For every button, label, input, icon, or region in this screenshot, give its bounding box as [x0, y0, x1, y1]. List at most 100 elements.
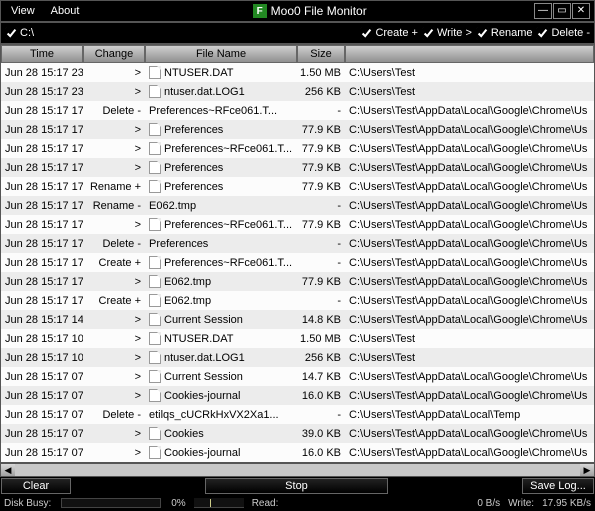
filter-drive-checkbox[interactable] [5, 27, 18, 40]
table-row[interactable]: Jun 28 15:17 23>NTUSER.DAT1.50 MBC:\User… [1, 63, 594, 82]
scroll-track[interactable] [15, 464, 580, 476]
cell-change: Delete - [83, 105, 145, 117]
cell-size: 256 KB [297, 352, 345, 364]
file-icon [149, 180, 161, 193]
menu-view[interactable]: View [5, 3, 41, 19]
cell-filename: E062.tmp [145, 294, 297, 307]
file-icon [149, 332, 161, 345]
cell-path: C:\Users\Test\AppData\Local\Google\Chrom… [345, 200, 594, 212]
cell-change: > [83, 352, 145, 364]
file-icon [149, 161, 161, 174]
cell-path: C:\Users\Test [345, 333, 594, 345]
table-row[interactable]: Jun 28 15:17 17>Preferences~RFce061.T...… [1, 139, 594, 158]
cell-path: C:\Users\Test\AppData\Local\Google\Chrom… [345, 428, 594, 440]
cell-size: 77.9 KB [297, 219, 345, 231]
cell-path: C:\Users\Test\AppData\Local\Google\Chrom… [345, 257, 594, 269]
cell-size: 1.50 MB [297, 67, 345, 79]
stop-button[interactable]: Stop [205, 478, 388, 494]
table-row[interactable]: Jun 28 15:17 10>ntuser.dat.LOG1256 KBC:\… [1, 348, 594, 367]
cell-time: Jun 28 15:17 07 [1, 447, 83, 459]
table-row[interactable]: Jun 28 15:17 07>Current Session14.7 KBC:… [1, 367, 594, 386]
cell-size: 14.7 KB [297, 371, 345, 383]
disk-busy-value: 0% [171, 498, 185, 509]
clear-button[interactable]: Clear [1, 478, 71, 494]
cell-path: C:\Users\Test\AppData\Local\Temp [345, 409, 594, 421]
col-change[interactable]: Change [83, 45, 145, 63]
cell-time: Jun 28 15:17 17 [1, 181, 83, 193]
table-row[interactable]: Jun 28 15:17 17Delete -Preferences~RFce0… [1, 101, 594, 120]
filter-create-checkbox[interactable] [360, 27, 373, 40]
maximize-button[interactable]: ▭ [553, 3, 571, 19]
cell-time: Jun 28 15:17 07 [1, 409, 83, 421]
cell-size: 77.9 KB [297, 276, 345, 288]
filter-rename-checkbox[interactable] [476, 27, 489, 40]
table-row[interactable]: Jun 28 15:17 17Delete -Preferences-C:\Us… [1, 234, 594, 253]
table-row[interactable]: Jun 28 15:17 23>ntuser.dat.LOG1256 KBC:\… [1, 82, 594, 101]
read-label: Read: [252, 498, 279, 509]
table-row[interactable]: Jun 28 15:17 07>Cookies39.0 KBC:\Users\T… [1, 424, 594, 443]
filter-write[interactable]: Write > [422, 27, 472, 40]
cell-path: C:\Users\Test\AppData\Local\Google\Chrom… [345, 447, 594, 459]
cell-time: Jun 28 15:17 17 [1, 143, 83, 155]
status-bar: Disk Busy: 0% Read: 0 B/s Write: 17.95 K… [0, 495, 595, 511]
cell-time: Jun 28 15:17 17 [1, 295, 83, 307]
table-row[interactable]: Jun 28 15:17 17Rename -E062.tmp-C:\Users… [1, 196, 594, 215]
table-row[interactable]: Jun 28 15:17 17>Preferences77.9 KBC:\Use… [1, 120, 594, 139]
cell-change: Create + [83, 295, 145, 307]
table-row[interactable]: Jun 28 15:17 07Delete -etilqs_cUCRkHxVX2… [1, 405, 594, 424]
cell-path: C:\Users\Test\AppData\Local\Google\Chrom… [345, 295, 594, 307]
table-body[interactable]: Jun 28 15:17 23>NTUSER.DAT1.50 MBC:\User… [1, 63, 594, 462]
filter-drive[interactable]: C:\ [5, 27, 34, 40]
cell-change: > [83, 314, 145, 326]
cell-size: - [297, 200, 345, 212]
horizontal-scrollbar[interactable]: ◀ ▶ [0, 463, 595, 477]
save-log-button[interactable]: Save Log... [522, 478, 594, 494]
cell-path: C:\Users\Test\AppData\Local\Google\Chrom… [345, 162, 594, 174]
cell-path: C:\Users\Test\AppData\Local\Google\Chrom… [345, 143, 594, 155]
cell-path: C:\Users\Test\AppData\Local\Google\Chrom… [345, 238, 594, 250]
table-row[interactable]: Jun 28 15:17 17>Preferences77.9 KBC:\Use… [1, 158, 594, 177]
table-row[interactable]: Jun 28 15:17 10>NTUSER.DAT1.50 MBC:\User… [1, 329, 594, 348]
cell-size: 16.0 KB [297, 447, 345, 459]
close-button[interactable]: ✕ [572, 3, 590, 19]
cell-time: Jun 28 15:17 17 [1, 200, 83, 212]
table-row[interactable]: Jun 28 15:17 14>Current Session14.8 KBC:… [1, 310, 594, 329]
cell-filename: Preferences~RFce061.T... [145, 256, 297, 269]
cell-filename: NTUSER.DAT [145, 332, 297, 345]
scroll-left-icon[interactable]: ◀ [1, 464, 15, 476]
filter-delete[interactable]: Delete - [536, 27, 590, 40]
cell-change: > [83, 86, 145, 98]
cell-time: Jun 28 15:17 17 [1, 257, 83, 269]
cell-size: - [297, 295, 345, 307]
cell-filename: Cookies-journal [145, 389, 297, 402]
app-icon: F [253, 4, 267, 18]
col-time[interactable]: Time [1, 45, 83, 63]
table-row[interactable]: Jun 28 15:17 07>Cookies-journal16.0 KBC:… [1, 386, 594, 405]
col-name[interactable]: File Name [145, 45, 297, 63]
log-table: Time Change File Name Size Jun 28 15:17 … [0, 44, 595, 463]
cell-change: > [83, 67, 145, 79]
table-row[interactable]: Jun 28 15:17 17>Preferences~RFce061.T...… [1, 215, 594, 234]
scroll-right-icon[interactable]: ▶ [580, 464, 594, 476]
table-row[interactable]: Jun 28 15:17 17Create +Preferences~RFce0… [1, 253, 594, 272]
table-row[interactable]: Jun 28 15:17 07>Cookies-journal16.0 KBC:… [1, 443, 594, 462]
filter-write-checkbox[interactable] [422, 27, 435, 40]
table-row[interactable]: Jun 28 15:17 17>E062.tmp77.9 KBC:\Users\… [1, 272, 594, 291]
table-header: Time Change File Name Size [1, 45, 594, 63]
cell-size: 77.9 KB [297, 181, 345, 193]
cell-time: Jun 28 15:17 23 [1, 86, 83, 98]
table-row[interactable]: Jun 28 15:17 17Rename +Preferences77.9 K… [1, 177, 594, 196]
minimize-button[interactable]: — [534, 3, 552, 19]
filter-delete-checkbox[interactable] [536, 27, 549, 40]
menu-about[interactable]: About [45, 3, 86, 19]
window-title: F Moo0 File Monitor [89, 4, 530, 18]
file-icon [149, 218, 161, 231]
cell-time: Jun 28 15:17 17 [1, 105, 83, 117]
filter-rename[interactable]: Rename [476, 27, 533, 40]
table-row[interactable]: Jun 28 15:17 17Create +E062.tmp-C:\Users… [1, 291, 594, 310]
filter-create[interactable]: Create + [360, 27, 418, 40]
col-path[interactable] [345, 45, 594, 63]
cell-path: C:\Users\Test\AppData\Local\Google\Chrom… [345, 276, 594, 288]
file-icon [149, 427, 161, 440]
col-size[interactable]: Size [297, 45, 345, 63]
